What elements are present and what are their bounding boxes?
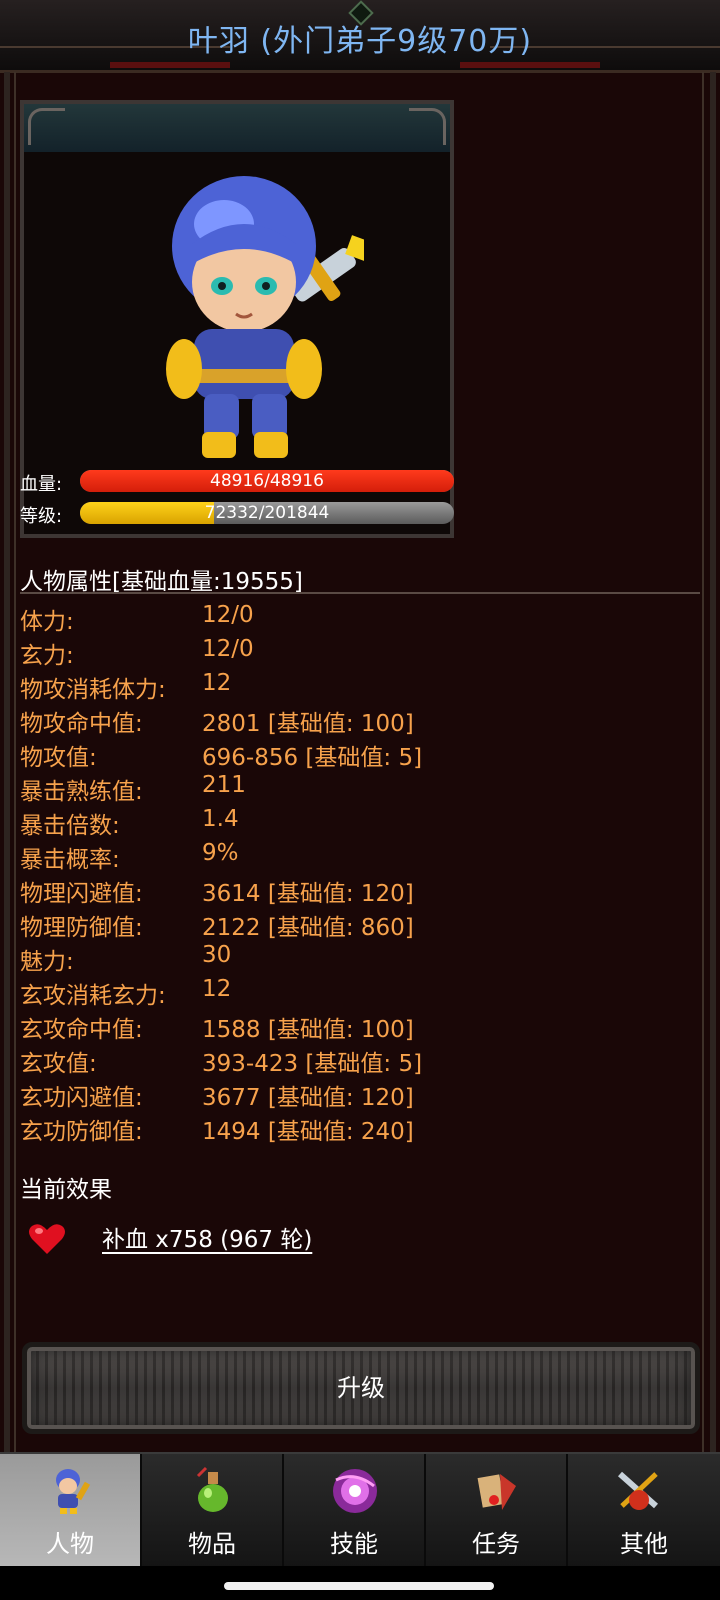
attribute-row: 物理防御值: 2122 [基础值: 860] bbox=[20, 908, 700, 942]
title-red-strip-left bbox=[110, 62, 230, 68]
title-red-strip-right bbox=[460, 62, 600, 68]
attribute-row: 物攻消耗体力: 12 bbox=[20, 670, 700, 704]
attribute-name: 暴击熟练值: bbox=[20, 779, 143, 805]
attribute-name: 玄攻值: bbox=[20, 1051, 97, 1077]
level-exp-value: 72332/201844 bbox=[204, 503, 330, 523]
attribute-value: 12/0 bbox=[202, 602, 254, 628]
tab-items-label: 物品 bbox=[188, 1530, 236, 1558]
attribute-value: 1.4 bbox=[202, 806, 239, 832]
attribute-name: 玄功闪避值: bbox=[20, 1085, 143, 1111]
hp-value: 48916/48916 bbox=[210, 471, 324, 491]
attribute-row: 暴击熟练值: 211 bbox=[20, 772, 700, 806]
tab-other[interactable]: 其他 bbox=[568, 1454, 720, 1568]
tab-other-label: 其他 bbox=[620, 1530, 668, 1558]
attribute-name: 玄攻消耗玄力: bbox=[20, 983, 166, 1009]
current-effects-heading: 当前效果 bbox=[20, 1177, 112, 1203]
attribute-value: 12 bbox=[202, 670, 232, 696]
tab-character[interactable]: 人物 bbox=[0, 1454, 142, 1568]
heart-icon bbox=[29, 1224, 65, 1254]
attribute-row: 暴击概率: 9% bbox=[20, 840, 700, 874]
level-exp-bar: 72332/201844 bbox=[80, 502, 454, 524]
portrait-corner-ornament bbox=[28, 108, 65, 145]
attributes-divider bbox=[20, 592, 700, 594]
effect-link-heal[interactable]: 补血 x758 (967 轮) bbox=[102, 1220, 312, 1254]
attribute-name: 物理防御值: bbox=[20, 915, 143, 941]
attribute-row: 玄攻消耗玄力: 12 bbox=[20, 976, 700, 1010]
attribute-name: 暴击概率: bbox=[20, 847, 120, 873]
attribute-value: 30 bbox=[202, 942, 232, 968]
attribute-name: 魅力: bbox=[20, 949, 74, 975]
attribute-row: 体力: 12/0 bbox=[20, 602, 700, 636]
level-label: 等级: bbox=[20, 506, 63, 527]
attribute-value: 3614 [基础值: 120] bbox=[202, 881, 414, 907]
skill-orb-icon bbox=[333, 1469, 377, 1513]
hp-label: 血量: bbox=[20, 474, 63, 495]
character-title: 叶羽 (外门弟子9级70万) bbox=[187, 24, 533, 59]
attribute-value: 1588 [基础值: 100] bbox=[202, 1017, 414, 1043]
attribute-row: 物理闪避值: 3614 [基础值: 120] bbox=[20, 874, 700, 908]
attribute-value: 1494 [基础值: 240] bbox=[202, 1119, 414, 1145]
home-indicator[interactable] bbox=[224, 1582, 494, 1590]
hp-bar: 48916/48916 bbox=[80, 470, 454, 492]
character-icon bbox=[56, 1469, 91, 1514]
attribute-name: 玄攻命中值: bbox=[20, 1017, 143, 1043]
attribute-value: 2801 [基础值: 100] bbox=[202, 711, 414, 737]
attribute-value: 12/0 bbox=[202, 636, 254, 662]
attribute-name: 物攻值: bbox=[20, 745, 97, 771]
attribute-row: 玄力: 12/0 bbox=[20, 636, 700, 670]
tab-items[interactable]: 物品 bbox=[142, 1454, 284, 1568]
attribute-name: 物攻命中值: bbox=[20, 711, 143, 737]
upgrade-button-label: 升级 bbox=[337, 1374, 385, 1402]
title-bar: 叶羽 (外门弟子9级70万) bbox=[0, 0, 720, 73]
attribute-value: 3677 [基础值: 120] bbox=[202, 1085, 414, 1111]
tab-skills-label: 技能 bbox=[330, 1530, 378, 1558]
upgrade-button[interactable]: 升级 bbox=[22, 1342, 700, 1434]
potion-icon bbox=[196, 1466, 228, 1512]
attribute-row: 玄攻值: 393-423 [基础值: 5] bbox=[20, 1044, 700, 1078]
tab-quests-label: 任务 bbox=[472, 1530, 520, 1558]
attribute-row: 玄功防御值: 1494 [基础值: 240] bbox=[20, 1112, 700, 1146]
attribute-value: 9% bbox=[202, 840, 239, 866]
attribute-row: 魅力: 30 bbox=[20, 942, 700, 976]
quest-icon bbox=[477, 1474, 516, 1510]
portrait-top-band bbox=[24, 104, 450, 152]
settings-icon bbox=[618, 1471, 658, 1510]
attribute-name: 玄功防御值: bbox=[20, 1119, 143, 1145]
portrait-corner-ornament bbox=[409, 108, 446, 145]
attribute-name: 物攻消耗体力: bbox=[20, 677, 166, 703]
character-sprite bbox=[166, 176, 364, 458]
attribute-row: 玄攻命中值: 1588 [基础值: 100] bbox=[20, 1010, 700, 1044]
attribute-value: 696-856 [基础值: 5] bbox=[202, 745, 423, 771]
attribute-value: 2122 [基础值: 860] bbox=[202, 915, 414, 941]
attribute-row: 物攻命中值: 2801 [基础值: 100] bbox=[20, 704, 700, 738]
attribute-value: 393-423 [基础值: 5] bbox=[202, 1051, 423, 1077]
attribute-row: 暴击倍数: 1.4 bbox=[20, 806, 700, 840]
attribute-row: 玄功闪避值: 3677 [基础值: 120] bbox=[20, 1078, 700, 1112]
tab-quests[interactable]: 任务 bbox=[426, 1454, 568, 1568]
attribute-value: 211 bbox=[202, 772, 246, 798]
attribute-name: 玄力: bbox=[20, 643, 74, 669]
bottom-nav: 人物 物品 技能 任务 其他 bbox=[0, 1452, 720, 1568]
tab-character-label: 人物 bbox=[46, 1530, 94, 1558]
attribute-name: 物理闪避值: bbox=[20, 881, 143, 907]
attribute-value: 12 bbox=[202, 976, 232, 1002]
tab-skills[interactable]: 技能 bbox=[284, 1454, 426, 1568]
attribute-row: 物攻值: 696-856 [基础值: 5] bbox=[20, 738, 700, 772]
attributes-heading: 人物属性[基础血量:19555] bbox=[20, 569, 303, 595]
attribute-name: 体力: bbox=[20, 609, 74, 635]
attribute-name: 暴击倍数: bbox=[20, 813, 120, 839]
